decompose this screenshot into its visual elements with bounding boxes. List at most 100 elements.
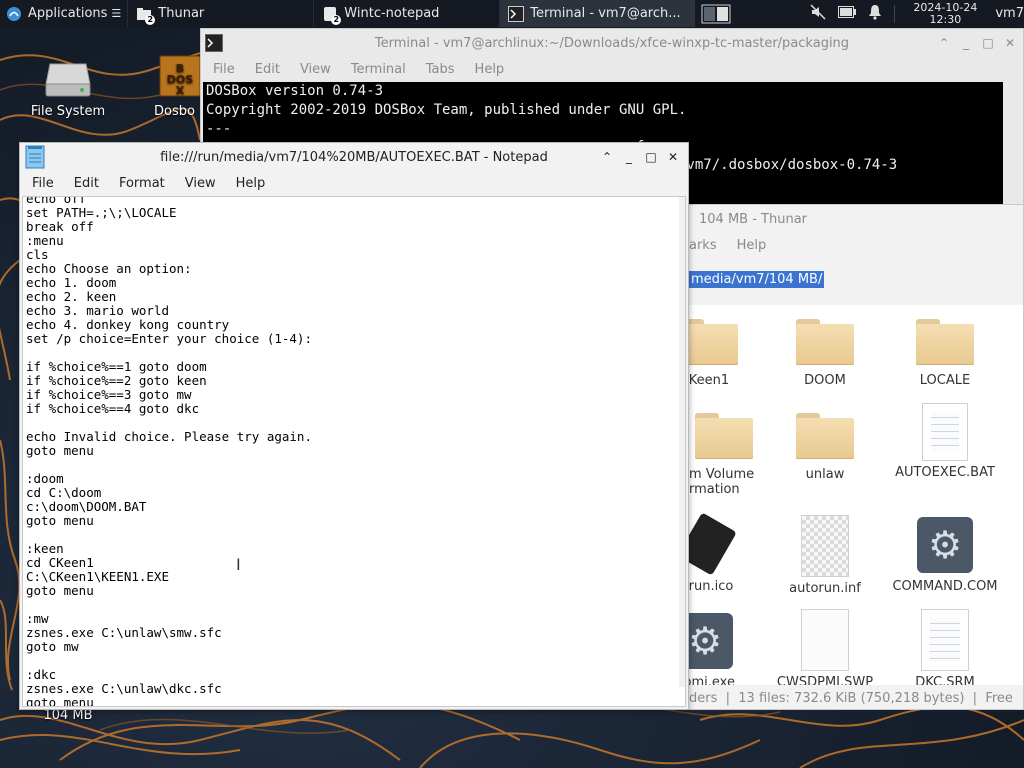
- taskbar-item-notepad[interactable]: 2 Wintc-notepad: [313, 0, 499, 27]
- menu-file[interactable]: File: [22, 176, 64, 191]
- notification-bell-icon[interactable]: [868, 4, 882, 24]
- terminal-menubar: File Edit View Terminal Tabs Help: [201, 57, 1023, 81]
- terminal-line: DOSBox version 0.74-3: [206, 83, 384, 99]
- terminal-title: Terminal - vm7@archlinux:~/Downloads/xfc…: [374, 35, 850, 51]
- usb-drive-icon: [689, 512, 737, 576]
- workspace-switcher[interactable]: [695, 0, 737, 27]
- taskbar-item-thunar[interactable]: 2 Thunar: [127, 0, 313, 27]
- menu-file[interactable]: File: [203, 62, 245, 77]
- window-count-badge: 2: [331, 14, 342, 25]
- thunar-titlebar[interactable]: 104 MB - Thunar: [689, 205, 1023, 233]
- file-item[interactable]: AUTOEXEC.BAT: [885, 403, 1005, 480]
- thunar-window: 104 MB - Thunar arks Help media/vm7/104 …: [688, 204, 1024, 710]
- executable-gear-icon: ⚙: [917, 517, 973, 573]
- menu-edit[interactable]: Edit: [64, 176, 109, 191]
- hard-drive-icon: [45, 63, 91, 97]
- menu-terminal[interactable]: Terminal: [341, 62, 416, 77]
- folder-icon: [689, 319, 738, 365]
- file-label: AUTOEXEC.BAT: [895, 465, 995, 480]
- applications-label: Applications: [28, 6, 108, 21]
- taskbar-item-label: Wintc-notepad: [344, 6, 440, 21]
- file-item[interactable]: ⚙ dpmi.exe: [689, 613, 765, 690]
- menu-view[interactable]: View: [290, 62, 341, 77]
- file-item[interactable]: LOCALE: [885, 319, 1005, 388]
- file-grid: Keen1 DOOM LOCALE m Volume rmation unlaw…: [688, 305, 1023, 690]
- file-item[interactable]: DOOM: [765, 319, 885, 388]
- terminal-line: Copyright 2002-2019 DOSBox Team, publish…: [206, 102, 687, 118]
- location-bar[interactable]: media/vm7/104 MB/: [689, 267, 825, 291]
- status-text: ders | 13 files: 732.6 KiB (750,218 byte…: [689, 690, 1013, 706]
- notepad-title: file:///run/media/vm7/104%20MB/AUTOEXEC.…: [160, 149, 548, 165]
- menu-help[interactable]: Help: [226, 176, 276, 191]
- desktop-icon-104mb[interactable]: 104 MB: [18, 708, 118, 723]
- notepad-app-icon: [24, 145, 46, 173]
- mute-icon[interactable]: [810, 3, 826, 24]
- menu-format[interactable]: Format: [109, 176, 175, 191]
- terminal-app-icon: [205, 34, 223, 56]
- svg-text:X: X: [176, 84, 185, 97]
- maximize-button[interactable]: □: [642, 148, 660, 166]
- notepad-text-area[interactable]: echo off set PATH=.;\;\LOCALE break off …: [22, 196, 686, 707]
- clock-time: 12:30: [929, 12, 962, 26]
- desktop-icon-label: 104 MB: [43, 708, 93, 723]
- terminal-icon: [508, 5, 525, 22]
- user-label[interactable]: vm7: [995, 6, 1024, 21]
- ibeam-cursor-icon: I: [236, 555, 241, 574]
- menu-view[interactable]: View: [175, 176, 226, 191]
- top-panel: Applications ☰ 2 Thunar 2 Wintc-notepad …: [0, 0, 1024, 27]
- menu-help[interactable]: Help: [727, 238, 777, 253]
- menu-help[interactable]: Help: [465, 62, 515, 77]
- battery-icon[interactable]: [838, 5, 857, 22]
- taskbar-item-label: Terminal - vm7@arch...: [530, 6, 681, 21]
- shade-up-icon[interactable]: ⌃: [598, 148, 616, 166]
- folder-icon: [796, 319, 854, 365]
- folder-icon: [916, 319, 974, 365]
- desktop-icon-file-system[interactable]: File System: [18, 56, 118, 119]
- file-item[interactable]: unlaw: [765, 413, 885, 482]
- file-label: autorun.inf: [789, 581, 861, 596]
- terminal-line: ---: [206, 121, 232, 137]
- taskbar-item-terminal[interactable]: Terminal - vm7@arch...: [499, 0, 696, 27]
- file-label: Keen1: [688, 373, 730, 388]
- close-button[interactable]: ✕: [1001, 34, 1019, 52]
- dosbox-icon: B DOS X: [159, 55, 201, 97]
- file-item[interactable]: orun.ico: [688, 512, 767, 594]
- system-tray: 2024-10-24 12:30 vm7: [804, 0, 1024, 27]
- notepad-titlebar[interactable]: file:///run/media/vm7/104%20MB/AUTOEXEC.…: [20, 143, 688, 171]
- text-file-icon: [922, 403, 968, 461]
- menu-tabs[interactable]: Tabs: [416, 62, 465, 77]
- notepad-content[interactable]: echo off set PATH=.;\;\LOCALE break off …: [26, 197, 312, 706]
- terminal-titlebar[interactable]: Terminal - vm7@archlinux:~/Downloads/xfc…: [201, 29, 1023, 57]
- window-count-badge: 2: [145, 14, 156, 25]
- file-item[interactable]: DKC.SRM: [885, 609, 1005, 690]
- file-item[interactable]: autorun.inf: [765, 515, 885, 596]
- menu-edit[interactable]: Edit: [245, 62, 290, 77]
- file-label: orun.ico: [688, 579, 734, 594]
- clock[interactable]: 2024-10-24 12:30: [907, 0, 983, 26]
- menu-bookmarks[interactable]: arks: [689, 238, 727, 253]
- notepad-menubar: File Edit Format View Help: [20, 171, 688, 195]
- folder-icon: [796, 413, 854, 459]
- notepad-icon: 2: [322, 6, 342, 25]
- text-file-icon: [921, 609, 969, 671]
- minimize-button[interactable]: _: [957, 34, 975, 52]
- applications-icon: [6, 6, 22, 22]
- executable-gear-icon: ⚙: [689, 613, 733, 669]
- clock-date: 2024-10-24: [913, 0, 978, 14]
- file-label: DOOM: [804, 373, 846, 388]
- taskbar-item-label: Thunar: [158, 6, 205, 21]
- close-button[interactable]: ✕: [664, 148, 682, 166]
- blank-file-icon: [801, 609, 849, 671]
- file-item[interactable]: ⚙ COMMAND.COM: [885, 517, 1005, 594]
- maximize-up-icon[interactable]: ⌃: [935, 34, 953, 52]
- folder-icon: 2: [136, 6, 156, 25]
- applications-chevron-icon: ☰: [111, 7, 122, 20]
- maximize-button[interactable]: □: [979, 34, 997, 52]
- thunar-statusbar: ders | 13 files: 732.6 KiB (750,218 byte…: [689, 685, 1023, 709]
- file-label: unlaw: [805, 467, 845, 482]
- vertical-scrollbar[interactable]: [679, 197, 685, 687]
- file-item[interactable]: CWSDPMI.SWP: [765, 609, 885, 690]
- minimize-button[interactable]: _: [620, 148, 638, 166]
- file-item[interactable]: Keen1: [688, 319, 769, 388]
- applications-menu-button[interactable]: Applications ☰: [0, 0, 127, 27]
